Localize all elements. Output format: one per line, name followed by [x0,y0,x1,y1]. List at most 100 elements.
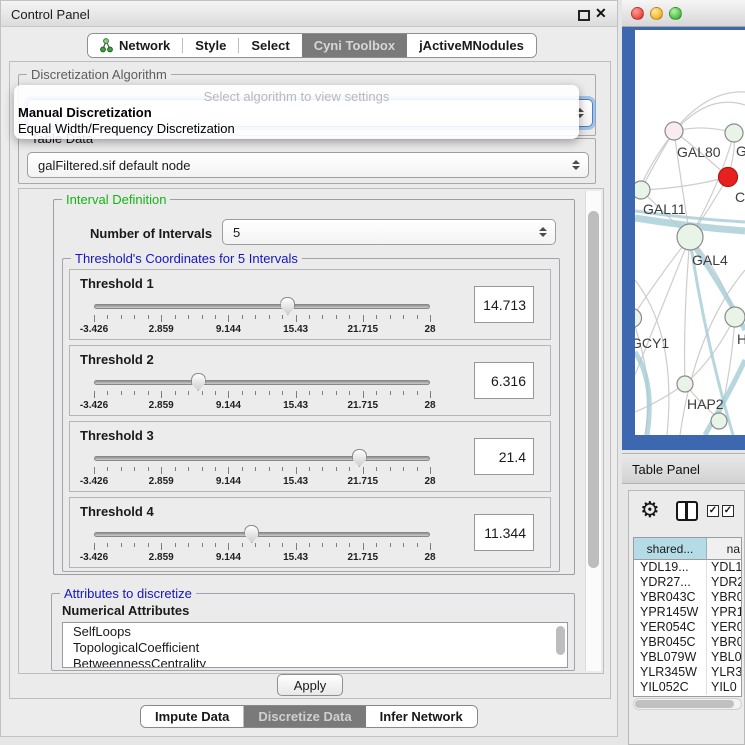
slider-track[interactable] [94,456,430,461]
tick-mark [107,467,108,471]
tab-jactivemnodules[interactable]: jActiveMNodules [407,34,536,57]
numerical-attributes-list[interactable]: SelfLoops TopologicalCoefficient Between… [62,622,568,668]
table-row[interactable]: YBL079WYBL0 [634,650,741,665]
network-canvas[interactable]: GAL80 GA C GAL11 GAL4 GCY1 H HAP2 [635,30,745,435]
slider-track[interactable] [94,380,430,385]
close-icon[interactable]: ✕ [595,5,607,22]
threshold-value-field[interactable]: 6.316 [474,362,534,399]
tick-mark [148,467,149,471]
table-header-row: shared... na [634,538,741,560]
tick-mark [269,467,270,471]
number-of-intervals-combobox[interactable]: 5 [222,219,556,245]
slider-track[interactable] [94,304,430,309]
tick-mark [336,315,337,319]
tick-mark [269,315,270,319]
mac-zoom-button[interactable] [669,7,682,20]
list-item[interactable]: BetweennessCentrality [63,655,567,668]
tick-mark [336,391,337,395]
tick-mark [134,467,135,471]
tab-select[interactable]: Select [239,34,301,57]
checkbox-icon[interactable]: ✓ [707,505,719,517]
gear-icon[interactable]: ⚙ [640,496,660,524]
slider-handle[interactable] [191,373,206,391]
table-data-combobox[interactable]: galFiltered.sif default node [27,152,589,178]
tab-discretize-data[interactable]: Discretize Data [244,706,365,727]
tick-mark [269,543,270,547]
node-label: HAP2 [687,396,724,412]
tick-mark [255,315,256,319]
dropdown-option-equal-width[interactable]: Equal Width/Frequency Discretization [18,121,235,136]
tab-impute-data[interactable]: Impute Data [141,706,244,727]
tick-mark [296,315,297,322]
list-item[interactable]: SelfLoops [63,623,567,639]
network-node[interactable] [711,413,727,429]
network-node[interactable] [635,309,642,328]
tick-mark [188,467,189,471]
network-node[interactable] [665,122,683,140]
horizontal-scrollbar-thumb[interactable] [635,700,734,708]
network-node[interactable] [677,376,693,392]
float-window-icon[interactable] [578,10,590,21]
network-node[interactable] [725,124,743,142]
mac-close-button[interactable] [631,7,644,20]
tab-infer-network[interactable]: Infer Network [366,706,477,727]
tick-label: 21.715 [348,552,379,563]
table-row[interactable]: YLR345WYLR3 [634,665,741,680]
tick-mark [309,467,310,471]
tick-mark [175,315,176,319]
vertical-scrollbar[interactable] [585,191,601,671]
table-row[interactable]: YDL19...YDL1 [634,560,741,575]
tab-style-label: Style [195,38,226,53]
table-row[interactable]: YDR27...YDR2 [634,575,741,590]
slider-handle[interactable] [280,297,295,315]
tick-label: 15.43 [283,552,308,563]
cyni-toolbox-panel: Discretization Algorithm Table Data galF… [9,61,611,699]
list-scrollbar-thumb[interactable] [556,626,565,655]
tick-label: 21.715 [348,324,379,335]
apply-button[interactable]: Apply [277,674,343,696]
table-row[interactable]: YPR145WYPR1 [634,605,741,620]
columns-icon[interactable] [676,501,698,521]
network-node-selected[interactable] [719,168,738,187]
column-header-shared[interactable]: shared... [634,538,707,559]
bottom-tabbar: Impute Data Discretize Data Infer Networ… [140,705,478,728]
interval-definition-title: Interval Definition [62,192,170,207]
threshold-label: Threshold 2 [80,352,154,367]
mac-minimize-button[interactable] [650,7,663,20]
horizontal-scrollbar[interactable] [633,698,742,710]
tick-mark [94,543,95,550]
tab-network[interactable]: Network [88,34,182,57]
vertical-scrollbar-thumb[interactable] [588,211,599,568]
settings-scroll-panel: Interval Definition Number of Intervals … [18,188,604,674]
threshold-value-field[interactable]: 14.713 [474,286,534,323]
table-panel-window: ⚙ ✓ ✓ shared... na YDL19...YDL1 YDR27...… [628,490,745,745]
table-row[interactable]: YIL052CYIL0 [634,680,741,695]
window-title: Control Panel [11,7,90,22]
tick-label: 21.715 [348,400,379,411]
table-row[interactable]: YBR043CYBR0 [634,590,741,605]
slider-handle[interactable] [244,525,259,543]
tick-mark [134,391,135,395]
threshold-panel: Threshold 1 -3.426 2.859 9.144 15.43 21.… [69,269,551,340]
tick-label: -3.426 [80,476,108,487]
tab-cyni-toolbox[interactable]: Cyni Toolbox [302,34,407,57]
dropdown-option-manual[interactable]: Manual Discretization [18,105,152,120]
table-row[interactable]: YER054CYER0 [634,620,741,635]
slider-handle[interactable] [352,449,367,467]
list-item[interactable]: TopologicalCoefficient [63,639,567,655]
tab-style[interactable]: Style [183,34,238,57]
tick-label: 9.144 [216,324,241,335]
threshold-value-field[interactable]: 11.344 [474,514,534,551]
network-node[interactable] [677,224,703,250]
network-node[interactable] [725,307,745,327]
tick-mark [403,543,404,547]
tick-mark [336,543,337,547]
tick-mark [161,543,162,550]
tick-mark [228,315,229,322]
threshold-value-field[interactable]: 21.4 [474,438,534,475]
column-header-name[interactable]: na [707,538,741,559]
checkbox-icon[interactable]: ✓ [722,505,734,517]
network-node[interactable] [635,181,650,199]
table-row[interactable]: YBR045CYBR0 [634,635,741,650]
slider-track[interactable] [94,532,430,537]
